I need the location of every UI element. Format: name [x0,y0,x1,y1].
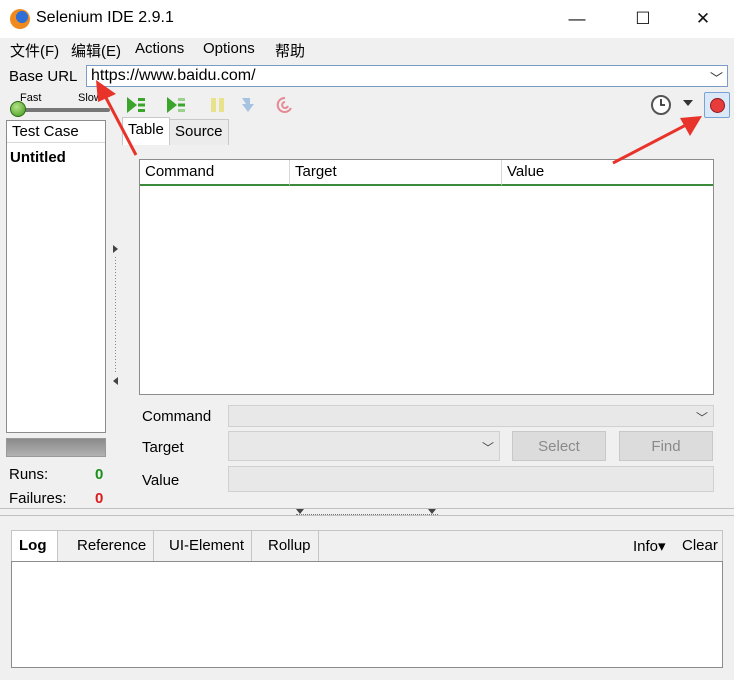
chevron-down-icon[interactable]: ﹀ [482,439,494,456]
close-button[interactable]: ✕ [680,0,726,38]
runs-count: 0 [95,466,104,483]
test-case-panel: Test Case Untitled [6,120,106,433]
log-tab-bar: Log Reference UI-Element Rollup Info▾ Cl… [11,530,723,562]
chevron-down-icon[interactable]: ﹀ [696,409,708,426]
schedule-clock-icon[interactable] [650,94,672,116]
splitter-grip-icon [113,245,118,385]
speed-slider-track[interactable] [14,108,110,112]
column-header-target[interactable]: Target [290,160,502,186]
play-all-icon[interactable] [126,95,146,115]
find-button[interactable]: Find [619,431,713,461]
step-icon[interactable] [238,95,258,115]
play-current-icon[interactable] [166,95,186,115]
failures-label: Failures: [9,490,67,507]
minimize-button[interactable]: — [554,0,600,38]
dropdown-caret-icon[interactable] [683,100,693,108]
test-case-header-label: Test Case [12,123,79,140]
rollup-icon[interactable] [275,95,295,115]
chevron-down-icon[interactable]: ﹀ [710,68,723,87]
select-button[interactable]: Select [512,431,606,461]
menu-file[interactable]: 文件(F) [10,40,59,61]
command-table[interactable]: Command Target Value [139,159,714,395]
pause-icon[interactable] [208,95,228,115]
column-header-command[interactable]: Command [140,160,290,186]
menu-options[interactable]: Options [203,40,255,57]
collapse-down-icon [428,509,436,514]
splitter-grip-icon [296,509,438,515]
tab-log[interactable]: Log [12,531,58,562]
base-url-label: Base URL [9,68,78,85]
target-combobox[interactable]: ﹀ [228,431,500,461]
column-header-value[interactable]: Value [502,160,713,186]
speed-slider-handle[interactable] [10,101,26,117]
window-title: Selenium IDE 2.9.1 [36,9,174,26]
tab-ui-element[interactable]: UI-Element [162,531,253,562]
target-field-label: Target [142,439,184,456]
vertical-splitter[interactable] [112,120,119,510]
menu-edit[interactable]: 编辑(E) [71,40,121,61]
log-output [11,561,723,668]
menu-actions[interactable]: Actions [135,40,184,57]
run-progress-bar [6,438,106,457]
record-button[interactable] [704,92,730,118]
base-url-input[interactable]: https://www.baidu.com/ ﹀ [86,65,728,87]
tab-reference[interactable]: Reference [70,531,155,562]
runs-label: Runs: [9,466,49,483]
info-filter-dropdown[interactable]: Info▾ [633,537,666,555]
maximize-button[interactable]: ☐ [620,0,666,38]
failures-count: 0 [95,490,104,507]
tab-rollup[interactable]: Rollup [261,531,319,562]
value-input[interactable] [228,466,714,492]
test-case-header: Test Case [7,121,105,143]
tab-source[interactable]: Source [169,119,229,145]
tab-table[interactable]: Table [122,117,170,145]
horizontal-splitter[interactable] [0,508,734,516]
title-bar: Selenium IDE 2.9.1 — ☐ ✕ [0,0,734,38]
test-case-item[interactable]: Untitled [10,149,66,166]
speed-slow-label: Slow [78,92,102,104]
menu-help[interactable]: 帮助 [275,40,305,61]
command-combobox[interactable]: ﹀ [228,405,714,427]
clear-log-button[interactable]: Clear [682,537,718,554]
record-icon [710,98,725,113]
collapse-down-icon [296,509,304,514]
firefox-icon [10,9,30,29]
annotation-arrow-record [612,116,702,165]
base-url-value: https://www.baidu.com/ [91,67,256,84]
command-field-label: Command [142,408,212,425]
menu-bar: 文件(F) 编辑(E) Actions Options 帮助 [0,38,734,62]
value-field-label: Value [142,472,180,489]
